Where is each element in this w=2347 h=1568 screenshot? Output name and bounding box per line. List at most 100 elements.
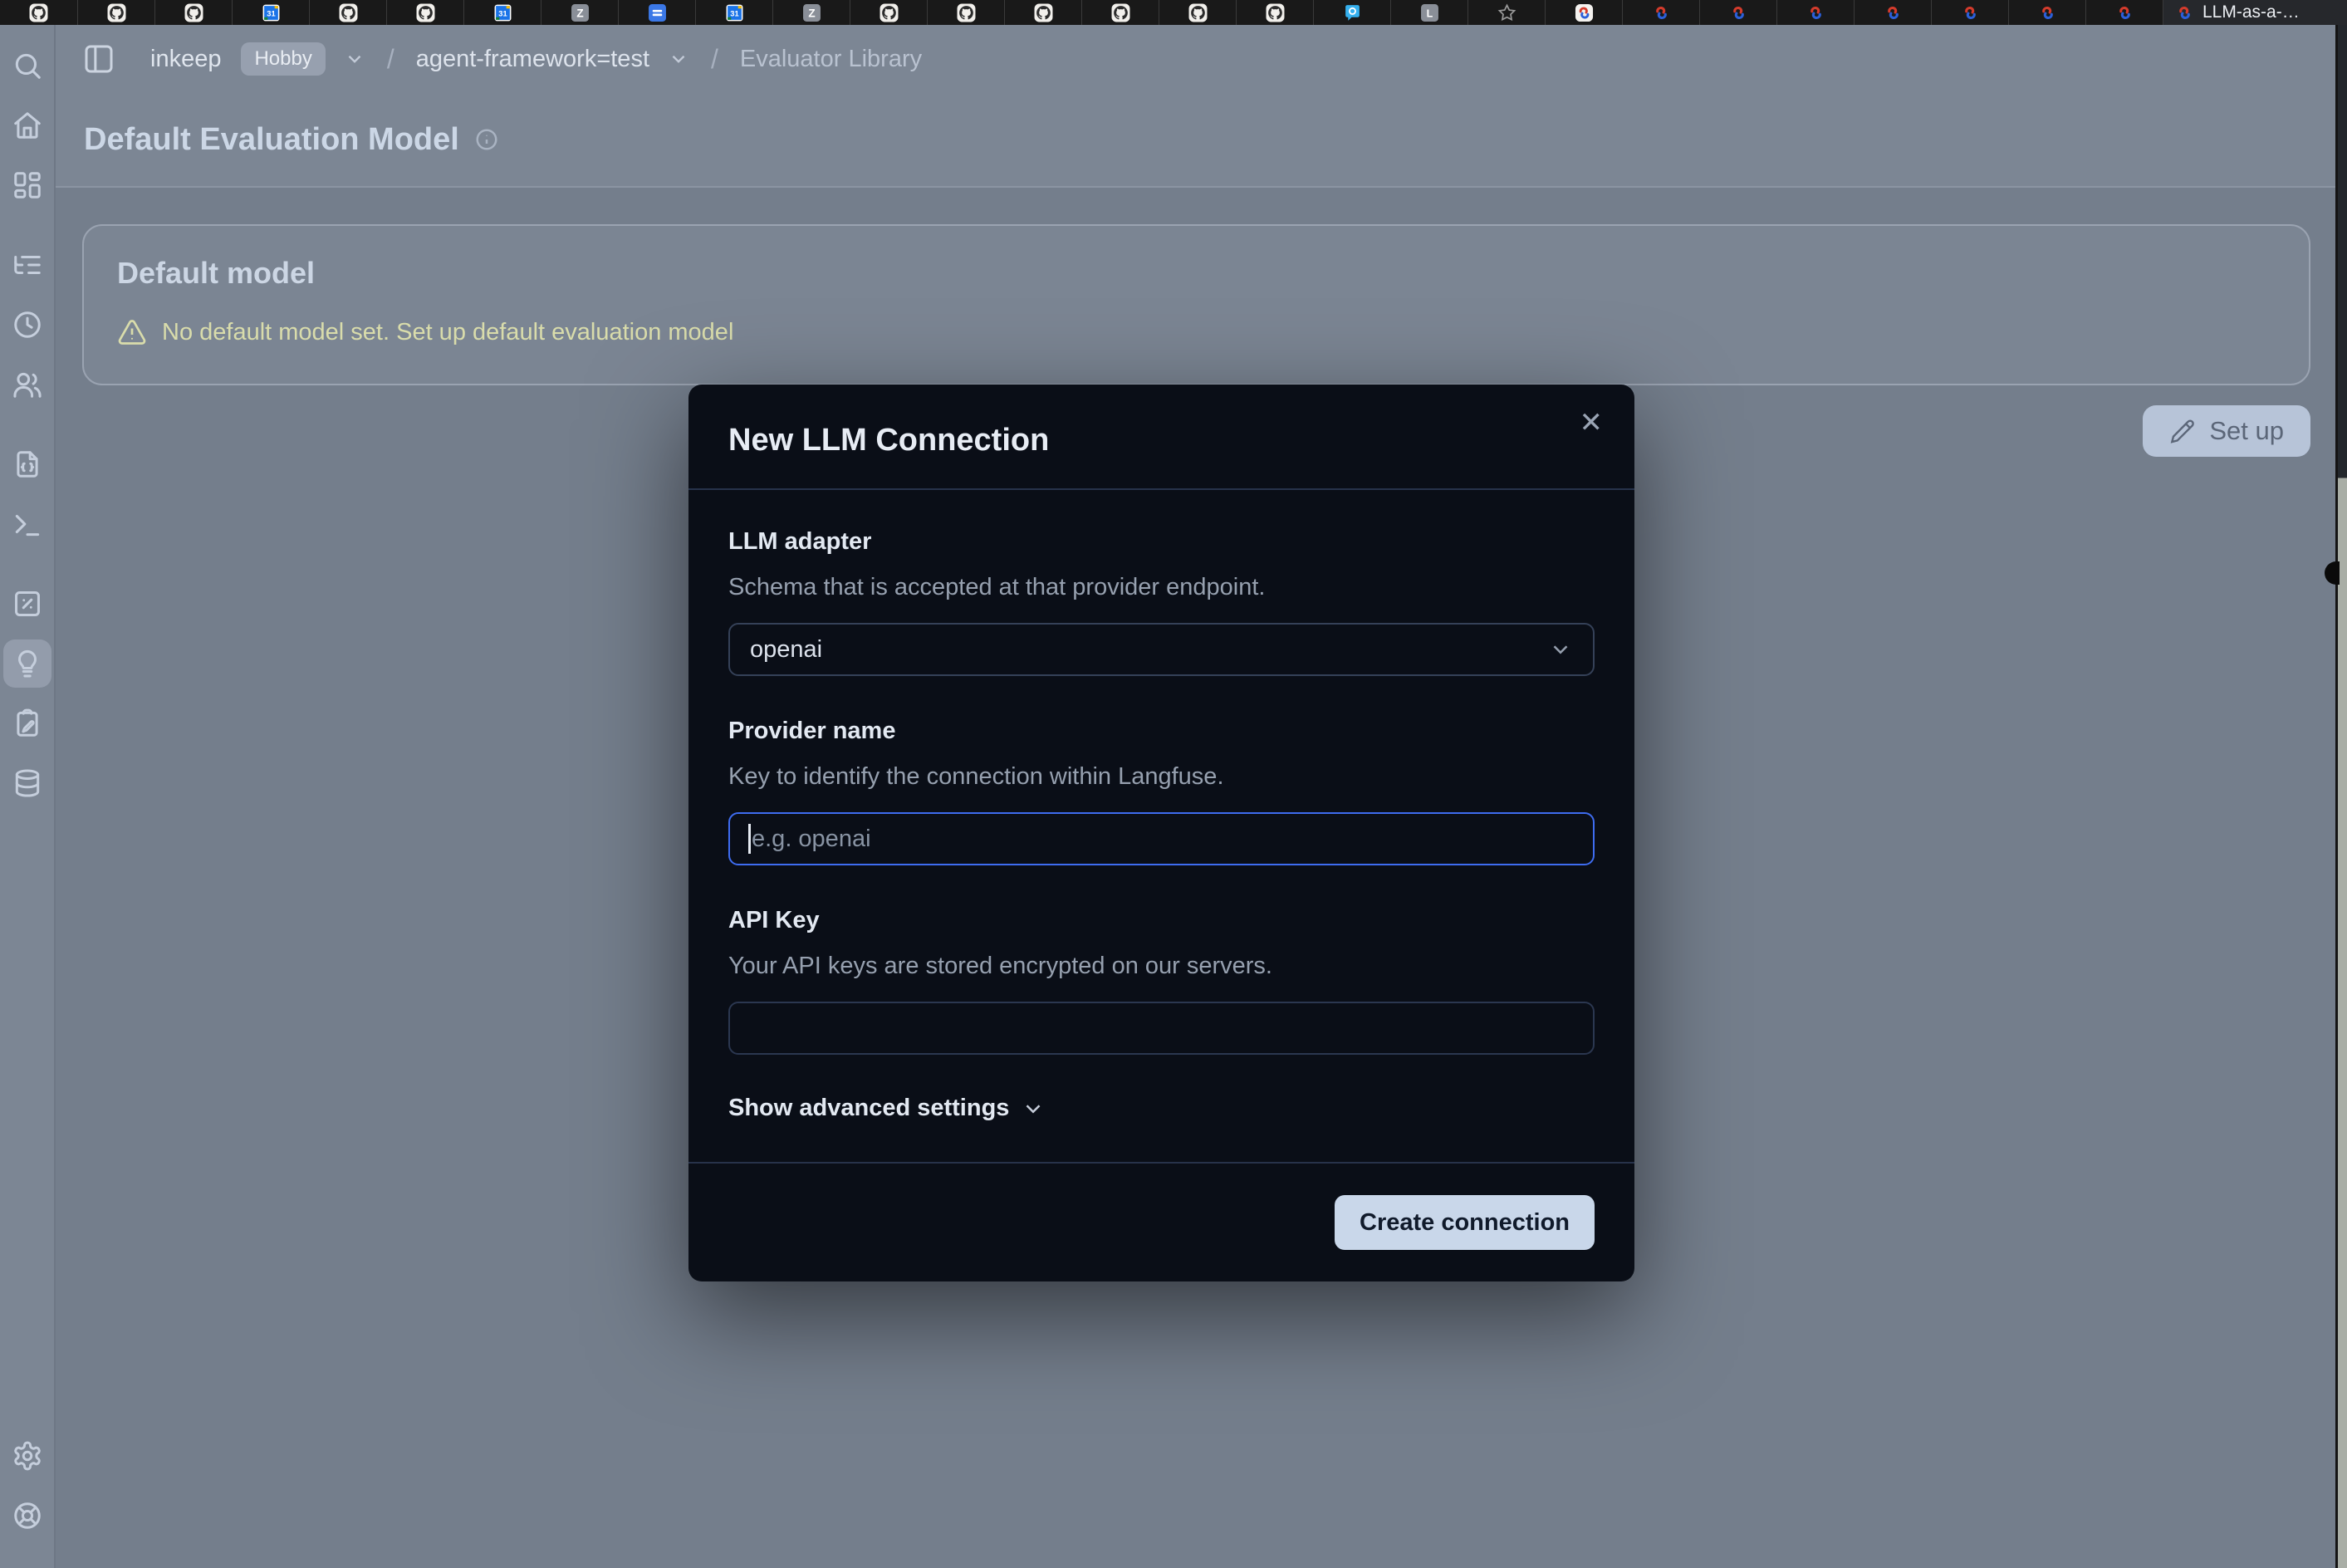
show-advanced-settings-toggle[interactable]: Show advanced settings xyxy=(728,1095,1046,1122)
browser-tab-langfuse[interactable] xyxy=(1776,0,1854,25)
sidebar-item-prompts[interactable] xyxy=(3,440,51,488)
langfuse-icon xyxy=(1806,3,1825,22)
breadcrumb-current-page: Evaluator Library xyxy=(740,46,922,73)
svg-text:Z: Z xyxy=(808,7,815,19)
life-buoy-icon xyxy=(12,1500,43,1531)
browser-tab-docs[interactable] xyxy=(618,0,695,25)
github-icon xyxy=(1188,3,1208,22)
calendar-icon: 31 xyxy=(262,3,281,22)
llm-adapter-label: LLM adapter xyxy=(728,528,1595,556)
browser-tab-langfuse[interactable] xyxy=(1622,0,1699,25)
browser-tab-whitelogo[interactable] xyxy=(1545,0,1622,25)
sidebar-item-scores[interactable] xyxy=(3,580,51,628)
svg-text:31: 31 xyxy=(267,8,275,17)
set-up-button-label: Set up xyxy=(2209,416,2284,446)
api-key-input[interactable] xyxy=(728,1002,1595,1055)
sidebar-item-annotation[interactable] xyxy=(3,699,51,747)
info-icon[interactable] xyxy=(474,127,499,152)
browser-tab-langfuse[interactable] xyxy=(1699,0,1776,25)
calendar-icon: 31 xyxy=(493,3,512,22)
default-model-card: Default model No default model set. Set … xyxy=(82,224,2310,385)
browser-tab-github[interactable] xyxy=(0,0,77,25)
panel-left-icon xyxy=(82,42,115,76)
browser-tab-chat[interactable] xyxy=(1313,0,1390,25)
svg-text:Z: Z xyxy=(576,7,583,19)
search-icon xyxy=(12,50,43,81)
browser-tab-github[interactable] xyxy=(1236,0,1313,25)
no-default-model-warning: No default model set. Set up default eva… xyxy=(117,317,2276,347)
sidebar-item-home[interactable] xyxy=(3,101,51,149)
sidebar-item-settings[interactable] xyxy=(3,1432,51,1480)
chevron-down-icon xyxy=(1021,1096,1046,1121)
browser-tab-langfuse[interactable] xyxy=(2008,0,2085,25)
sidebar-item-search[interactable] xyxy=(3,42,51,90)
browser-tab-github[interactable] xyxy=(386,0,463,25)
whitelogo-icon xyxy=(1575,3,1594,22)
browser-tab-star[interactable] xyxy=(1467,0,1545,25)
modal-title: New LLM Connection xyxy=(728,423,1595,458)
browser-tab-github[interactable] xyxy=(1004,0,1081,25)
browser-tab-calendar[interactable]: 31 xyxy=(232,0,309,25)
svg-text:31: 31 xyxy=(730,8,738,17)
sidebar-item-support[interactable] xyxy=(3,1492,51,1540)
lightbulb-icon xyxy=(12,648,43,679)
terminal-icon xyxy=(12,508,43,540)
browser-tab-calendar[interactable]: 31 xyxy=(695,0,772,25)
set-up-button[interactable]: Set up xyxy=(2143,405,2310,457)
browser-tab-github[interactable] xyxy=(1081,0,1159,25)
llm-adapter-description: Schema that is accepted at that provider… xyxy=(728,574,1595,601)
github-icon xyxy=(339,3,358,22)
provider-name-input[interactable]: e.g. openai xyxy=(728,812,1595,865)
browser-tab-github[interactable] xyxy=(850,0,927,25)
sidebar-item-dashboards[interactable] xyxy=(3,161,51,209)
project-name[interactable]: agent-framework=test xyxy=(416,46,649,73)
langfuse-icon xyxy=(1729,3,1748,22)
browser-tab-zotero[interactable]: Z xyxy=(541,0,618,25)
github-icon xyxy=(1034,3,1053,22)
star-icon xyxy=(1497,3,1516,22)
browser-tab-strip: 31 31 Z 31 Z L LLM-as-a-… xyxy=(0,0,2347,25)
sidebar-item-sessions[interactable] xyxy=(3,301,51,349)
close-icon[interactable]: ✕ xyxy=(1580,406,1604,439)
sidebar-bottom-group xyxy=(3,1432,51,1551)
browser-tab-langfuse[interactable] xyxy=(2085,0,2163,25)
home-icon xyxy=(12,110,43,141)
browser-tab-langfuse[interactable] xyxy=(1931,0,2008,25)
clock-icon xyxy=(12,309,43,341)
browser-tab-zotero[interactable]: Z xyxy=(772,0,850,25)
browser-tab-github[interactable] xyxy=(1159,0,1236,25)
percent-square-icon xyxy=(12,588,43,620)
plan-badge: Hobby xyxy=(241,42,325,76)
browser-tab-calendar[interactable]: 31 xyxy=(463,0,541,25)
sidebar-toggle-button[interactable] xyxy=(79,39,119,79)
sidebar-item-users[interactable] xyxy=(3,360,51,409)
org-switcher-button[interactable] xyxy=(344,48,365,70)
dashboard-grid-icon xyxy=(12,169,43,201)
project-switcher-button[interactable] xyxy=(668,48,689,70)
browser-tab-title: LLM-as-a-… xyxy=(2202,2,2300,22)
window-edge-strip xyxy=(2335,25,2347,1568)
api-key-section: API Key Your API keys are stored encrypt… xyxy=(728,907,1595,1055)
sidebar-item-datasets[interactable] xyxy=(3,759,51,807)
browser-tab-github[interactable] xyxy=(77,0,154,25)
browser-tab-active-langfuse[interactable]: LLM-as-a-… xyxy=(2163,0,2347,25)
browser-tab-github[interactable] xyxy=(154,0,232,25)
llm-adapter-select[interactable]: openai xyxy=(728,623,1595,676)
sidebar xyxy=(0,25,56,1568)
page-title: Default Evaluation Model xyxy=(84,122,459,158)
github-icon xyxy=(1266,3,1285,22)
langfuse-icon xyxy=(2038,3,2057,22)
browser-tab-github[interactable] xyxy=(309,0,386,25)
create-connection-button[interactable]: Create connection xyxy=(1335,1195,1595,1250)
modal-footer: Create connection xyxy=(688,1162,1634,1281)
browser-tab-github[interactable] xyxy=(927,0,1004,25)
browser-tab-linear[interactable]: L xyxy=(1390,0,1467,25)
sidebar-item-playground[interactable] xyxy=(3,500,51,548)
sidebar-item-evaluation[interactable] xyxy=(3,639,51,688)
browser-tab-langfuse[interactable] xyxy=(1854,0,1931,25)
provider-name-description: Key to identify the connection within La… xyxy=(728,763,1595,791)
github-icon xyxy=(957,3,976,22)
org-name[interactable]: inkeep xyxy=(150,46,221,73)
gear-icon xyxy=(12,1440,43,1472)
sidebar-item-tracing[interactable] xyxy=(3,241,51,289)
